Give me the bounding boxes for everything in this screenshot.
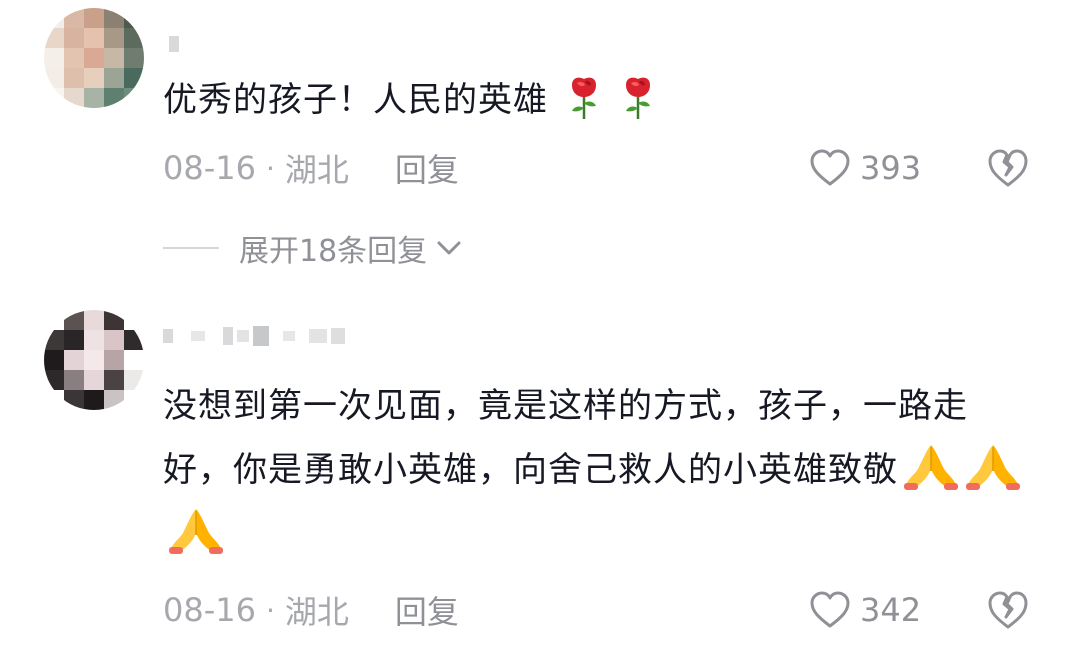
meta-separator: · bbox=[265, 151, 275, 185]
chevron-down-icon bbox=[437, 241, 461, 255]
broken-heart-icon[interactable] bbox=[986, 588, 1030, 632]
heart-icon bbox=[810, 149, 850, 186]
meta-separator: · bbox=[265, 593, 275, 627]
comment-item: 优秀的孩子！人民的英雄 08-16 · 湖北 回复 393 展开18条回复 bbox=[0, 0, 1080, 300]
heart-icon bbox=[810, 591, 850, 628]
reply-button[interactable]: 回复 bbox=[395, 587, 459, 633]
broken-heart-icon[interactable] bbox=[986, 146, 1030, 190]
folded-hands-emoji bbox=[966, 445, 1020, 490]
like-count: 393 bbox=[860, 149, 922, 187]
comment-text: 优秀的孩子！人民的英雄 bbox=[163, 68, 1023, 132]
username-blurred[interactable] bbox=[163, 34, 179, 54]
like-button[interactable]: 342 bbox=[808, 588, 921, 632]
rose-emoji bbox=[572, 77, 596, 119]
avatar[interactable] bbox=[44, 310, 144, 410]
rose-emoji bbox=[626, 77, 650, 119]
like-count: 342 bbox=[860, 591, 922, 629]
comment-location: 湖北 bbox=[284, 593, 349, 631]
username-blurred[interactable] bbox=[163, 326, 345, 346]
expand-replies-button[interactable]: 展开18条回复 bbox=[163, 226, 463, 270]
comment-text: 没想到第一次见面，竟是这样的方式，孩子，一路走好，你是勇敢小英雄，向舍己救人的小… bbox=[163, 374, 1023, 566]
folded-hands-emoji bbox=[904, 445, 958, 490]
divider-line bbox=[163, 247, 219, 249]
comment-meta: 08-16 · 湖北 回复 bbox=[163, 587, 459, 633]
comment-date: 08-16 bbox=[163, 149, 256, 187]
comment-location: 湖北 bbox=[284, 151, 349, 189]
comment-date: 08-16 bbox=[163, 591, 256, 629]
comment-meta: 08-16 · 湖北 回复 bbox=[163, 145, 459, 191]
like-button[interactable]: 393 bbox=[808, 146, 921, 190]
reply-button[interactable]: 回复 bbox=[395, 145, 459, 191]
folded-hands-emoji bbox=[169, 509, 223, 554]
avatar[interactable] bbox=[44, 8, 144, 108]
expand-replies-label: 展开18条回复 bbox=[239, 234, 428, 269]
comment-item: 没想到第一次见面，竟是这样的方式，孩子，一路走好，你是勇敢小英雄，向舍己救人的小… bbox=[0, 300, 1080, 666]
